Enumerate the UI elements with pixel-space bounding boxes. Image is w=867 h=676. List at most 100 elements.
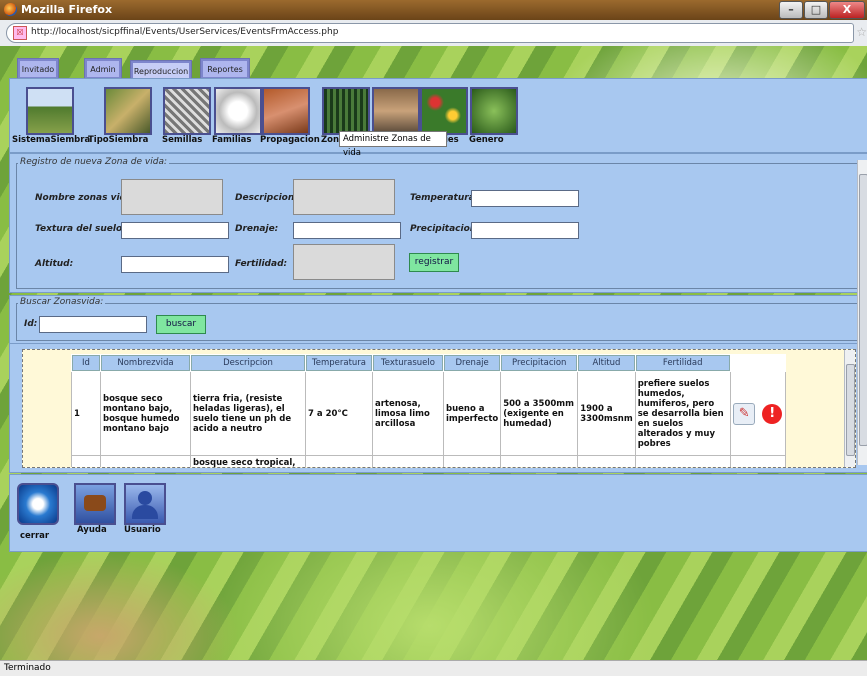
cell-nombrezvida bbox=[100, 455, 191, 467]
zonas-table: Id Nombrezvida Descripcion Temperatura T… bbox=[71, 354, 786, 467]
results-table-container: Id Nombrezvida Descripcion Temperatura T… bbox=[22, 349, 856, 468]
registration-panel: Registro de nueva Zona de vida: Nombre z… bbox=[9, 153, 867, 293]
temperatura-input[interactable] bbox=[471, 190, 579, 207]
cell-fertilidad bbox=[634, 455, 731, 467]
farmer-icon[interactable] bbox=[104, 87, 152, 135]
cell-descripcion: tierra fria, (resiste heladas ligeras), … bbox=[190, 371, 306, 456]
edit-icon[interactable]: ✎ bbox=[733, 402, 756, 425]
cell-drenaje bbox=[442, 455, 502, 467]
id-label: Id: bbox=[24, 319, 38, 329]
module-sistemasiembra[interactable]: SistemaSiembra bbox=[12, 135, 90, 145]
temperatura-label: Temperatura: bbox=[410, 193, 479, 203]
firefox-logo-icon bbox=[4, 3, 17, 16]
usuario-label[interactable]: Usuario bbox=[124, 525, 161, 535]
soil-icon[interactable] bbox=[262, 87, 310, 135]
window-title: Mozilla Firefox bbox=[21, 3, 113, 16]
power-icon[interactable] bbox=[17, 483, 59, 525]
textura-input[interactable] bbox=[121, 222, 229, 239]
col-nombrezvida: Nombrezvida bbox=[100, 354, 191, 372]
col-texturasuelo: Texturasuelo bbox=[372, 354, 444, 372]
bookmark-star-icon[interactable]: ☆ bbox=[856, 25, 867, 39]
textura-label: Textura del suelo: bbox=[35, 224, 126, 234]
cell-altitud bbox=[577, 455, 636, 467]
tab-admin[interactable]: Admin bbox=[84, 58, 122, 79]
module-familias[interactable]: Familias bbox=[212, 135, 251, 145]
delete-icon[interactable]: ! bbox=[762, 403, 783, 424]
altitud-input[interactable] bbox=[121, 256, 229, 273]
id-search-input[interactable] bbox=[39, 316, 147, 333]
page-favicon-icon: ☒ bbox=[13, 26, 27, 40]
buscar-button[interactable]: buscar bbox=[156, 315, 206, 334]
plant-family-icon[interactable] bbox=[214, 87, 262, 135]
url-text[interactable]: http://localhost/sicpffinal/Events/UserS… bbox=[31, 27, 338, 37]
cell-texturasuelo bbox=[372, 455, 444, 467]
minimize-button[interactable]: – bbox=[779, 1, 803, 19]
precipitacion-label: Precipitacion: bbox=[410, 224, 480, 234]
cell-nombrezvida: bosque seco montano bajo, bosque humedo … bbox=[100, 371, 191, 456]
tooltip: Administre Zonas de vida bbox=[339, 131, 447, 158]
cell-drenaje: bueno a imperfecto bbox=[442, 371, 502, 456]
registrar-button[interactable]: registrar bbox=[409, 253, 459, 272]
maximize-button[interactable]: □ bbox=[804, 1, 828, 19]
cell-actions: ✎ ! bbox=[729, 371, 786, 456]
cell-temperatura: 7 a 20°C bbox=[305, 371, 373, 456]
ayuda-label[interactable]: Ayuda bbox=[77, 525, 107, 535]
module-propagacion[interactable]: Propagacion bbox=[260, 135, 320, 145]
precipitacion-input[interactable] bbox=[471, 222, 579, 239]
registration-legend: Registro de nueva Zona de vida: bbox=[18, 157, 169, 167]
drenaje-label: Drenaje: bbox=[235, 224, 279, 234]
genus-icon[interactable] bbox=[470, 87, 518, 135]
cell-altitud: 1900 a 3300msnm bbox=[577, 371, 636, 456]
col-temperatura: Temperatura bbox=[305, 354, 373, 372]
truck-icon[interactable] bbox=[372, 87, 420, 135]
close-window-button[interactable]: X bbox=[829, 1, 865, 19]
cell-id bbox=[71, 455, 101, 467]
tab-invitado[interactable]: Invitado bbox=[17, 58, 59, 79]
cow-icon bbox=[84, 495, 106, 511]
address-bar[interactable]: ☒ http://localhost/sicpffinal/Events/Use… bbox=[6, 23, 867, 43]
module-genero[interactable]: Genero bbox=[469, 135, 504, 145]
col-precipitacion: Precipitacion bbox=[500, 354, 579, 372]
descripcion-input[interactable] bbox=[293, 179, 395, 215]
search-legend: Buscar Zonasvida: bbox=[18, 297, 106, 307]
user-icon[interactable] bbox=[124, 483, 166, 525]
col-fertilidad: Fertilidad bbox=[634, 354, 731, 372]
table-row: bosque seco tropical, bbox=[71, 455, 786, 467]
table-row: 1 bosque seco montano bajo, bosque humed… bbox=[71, 371, 786, 456]
cell-descripcion: bosque seco tropical, bbox=[190, 455, 306, 467]
cell-precipitacion: 500 a 3500mm (exigente en humedad) bbox=[500, 371, 579, 456]
navigation-bar: ☒ http://localhost/sicpffinal/Events/Use… bbox=[0, 20, 867, 47]
page-scrollbar[interactable] bbox=[857, 160, 867, 465]
module-semillas[interactable]: Semillas bbox=[162, 135, 202, 145]
col-actions bbox=[729, 354, 786, 372]
tab-reportes[interactable]: Reportes bbox=[200, 58, 250, 79]
ayuda-icon[interactable] bbox=[74, 483, 116, 525]
cell-precipitacion bbox=[500, 455, 579, 467]
descripcion-label: Descripcion: bbox=[235, 193, 298, 203]
altitud-label: Altitud: bbox=[35, 259, 74, 269]
nombre-input[interactable] bbox=[121, 179, 223, 215]
col-altitud: Altitud bbox=[577, 354, 636, 372]
window-titlebar: Mozilla Firefox – □ X bbox=[0, 0, 867, 20]
col-id: Id bbox=[71, 354, 101, 372]
cell-actions bbox=[729, 455, 786, 467]
table-header-row: Id Nombrezvida Descripcion Temperatura T… bbox=[71, 354, 786, 372]
module-tiposiembra[interactable]: TipoSiembra bbox=[88, 135, 148, 145]
drenaje-input[interactable] bbox=[293, 222, 401, 239]
table-scrollbar[interactable] bbox=[844, 350, 855, 467]
cell-texturasuelo: artenosa, limosa limo arcillosa bbox=[372, 371, 444, 456]
page-scroll-thumb[interactable] bbox=[859, 174, 867, 446]
forest-zone-icon[interactable] bbox=[322, 87, 370, 135]
status-text: Terminado bbox=[4, 663, 51, 673]
table-scroll-thumb[interactable] bbox=[846, 364, 855, 456]
bottom-toolbar: cerrar Ayuda Usuario bbox=[9, 474, 867, 552]
fertilidad-input[interactable] bbox=[293, 244, 395, 280]
seeds-icon[interactable] bbox=[163, 87, 211, 135]
col-descripcion: Descripcion bbox=[190, 354, 306, 372]
module-especies[interactable]: ies bbox=[445, 135, 459, 145]
user-body-shape bbox=[132, 505, 158, 519]
species-icon[interactable] bbox=[420, 87, 468, 135]
cerrar-label[interactable]: cerrar bbox=[20, 531, 49, 541]
tree-field-icon[interactable] bbox=[26, 87, 74, 135]
col-drenaje: Drenaje bbox=[442, 354, 502, 372]
